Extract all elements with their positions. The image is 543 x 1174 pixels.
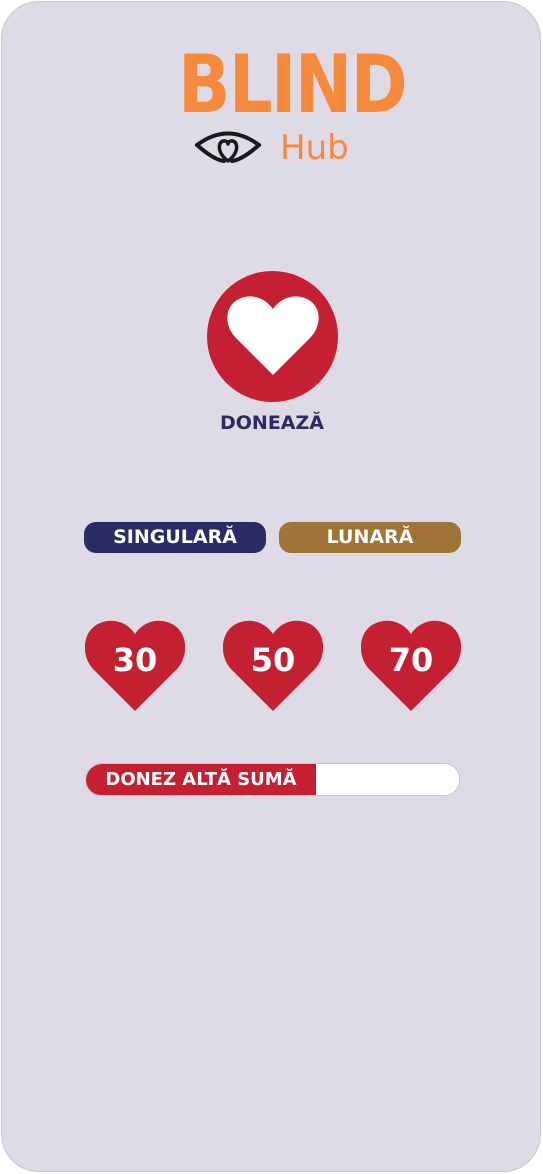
other-amount-field: DONEZ ALTĂ SUMĂ bbox=[85, 763, 460, 796]
amount-value: 70 bbox=[388, 641, 434, 679]
amount-option-30[interactable]: 30 bbox=[85, 619, 185, 713]
frequency-single-button[interactable]: SINGULARĂ bbox=[84, 522, 266, 553]
logo-word-hub: Hub bbox=[280, 128, 349, 168]
eye-icon bbox=[194, 128, 262, 172]
donate-title: DONEAZĂ bbox=[220, 412, 324, 434]
amount-option-70[interactable]: 70 bbox=[361, 619, 461, 713]
phone-screen: BLIND Hub DONEAZĂ SINGULARĂ LUNARĂ 30 50… bbox=[1, 1, 541, 1172]
amount-value: 50 bbox=[250, 641, 296, 679]
blindhub-logo: BLIND Hub bbox=[178, 40, 408, 172]
amount-value: 30 bbox=[112, 641, 158, 679]
donate-heart-button[interactable] bbox=[207, 271, 338, 402]
amount-option-50[interactable]: 50 bbox=[223, 619, 323, 713]
frequency-monthly-button[interactable]: LUNARĂ bbox=[279, 522, 461, 553]
logo-word-blind: BLIND bbox=[178, 38, 408, 131]
other-amount-label: DONEZ ALTĂ SUMĂ bbox=[86, 764, 316, 795]
other-amount-input[interactable] bbox=[316, 764, 459, 795]
